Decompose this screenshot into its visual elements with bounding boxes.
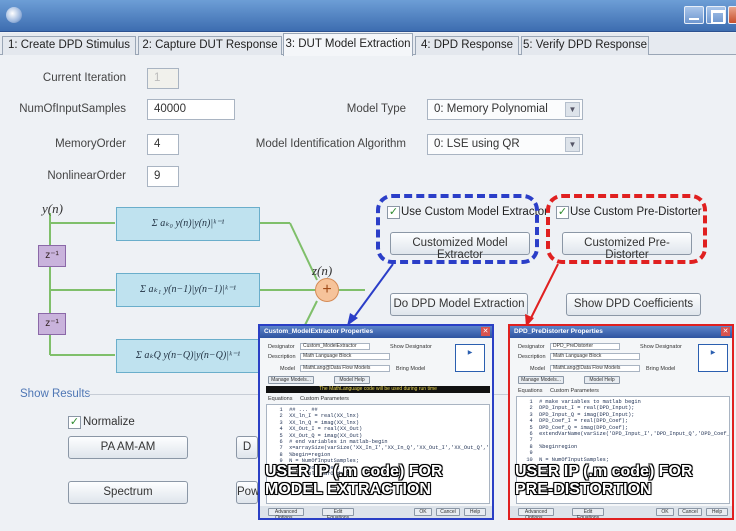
advanced-options-button[interactable]: Advanced Options... bbox=[268, 508, 304, 518]
main-window: 1: Create DPD Stimulus 2: Capture DUT Re… bbox=[0, 0, 736, 531]
dialog-title: DPD_PreDistorter Properties bbox=[510, 326, 732, 338]
designator-label: Designator bbox=[268, 344, 295, 350]
pre-distortion-overlay-text: USER IP (.m code) FOR PRE-DISTORTION bbox=[515, 463, 693, 498]
show-designator-label: Show Designator bbox=[390, 344, 432, 350]
manage-models-button[interactable]: Manage Models... bbox=[268, 376, 314, 384]
description-input[interactable]: Math Language Block bbox=[300, 353, 390, 360]
help-button[interactable]: Help bbox=[464, 508, 486, 516]
custom-parameters-tab[interactable]: Custom Parameters bbox=[550, 388, 599, 394]
normalize-checkbox[interactable]: ✓ bbox=[68, 416, 81, 429]
description-label: Description bbox=[268, 354, 296, 360]
cancel-button[interactable]: Cancel bbox=[436, 508, 460, 516]
model-help-button[interactable]: Model Help bbox=[584, 376, 620, 384]
advanced-options-button[interactable]: Advanced Options... bbox=[518, 508, 554, 518]
runtime-info-bar: The MathLanguage code will be used durin… bbox=[266, 386, 490, 393]
custom-parameters-tab[interactable]: Custom Parameters bbox=[300, 396, 349, 402]
show-results-section-label: Show Results bbox=[20, 388, 91, 400]
model-select[interactable]: MathLang@Data Flow Models bbox=[550, 365, 640, 372]
results-button-pow[interactable]: Pow bbox=[236, 481, 259, 504]
designator-input[interactable]: Custom_ModelExtractor bbox=[300, 343, 370, 350]
show-designator-label: Show Designator bbox=[640, 344, 682, 350]
help-button[interactable]: Help bbox=[706, 508, 728, 516]
model-label: Model bbox=[530, 366, 545, 372]
block-symbol-icon: ▶ bbox=[698, 344, 728, 372]
cancel-button[interactable]: Cancel bbox=[678, 508, 702, 516]
pa-am-am-button[interactable]: PA AM-AM bbox=[68, 436, 188, 459]
block-symbol-icon: ▶ bbox=[455, 344, 485, 372]
model-help-button[interactable]: Model Help bbox=[334, 376, 370, 384]
bring-model-label: Bring Model bbox=[646, 366, 676, 372]
model-select[interactable]: MathLang@Data Flow Models bbox=[300, 365, 390, 372]
predistorter-properties-dialog: DPD_PreDistorter Properties ✕ Designator… bbox=[508, 324, 734, 520]
manage-models-button[interactable]: Manage Models... bbox=[518, 376, 564, 384]
dialog-footer: Advanced Options... Edit Equations OK Ca… bbox=[510, 506, 732, 518]
results-button-d[interactable]: D bbox=[236, 436, 258, 459]
description-input[interactable]: Math Language Block bbox=[550, 353, 640, 360]
close-icon[interactable]: ✕ bbox=[481, 327, 490, 336]
ok-button[interactable]: OK bbox=[656, 508, 674, 516]
designator-input[interactable]: DPD_PreDistorter bbox=[550, 343, 620, 350]
dialog-footer: Advanced Options... Edit Equations OK Ca… bbox=[260, 506, 492, 518]
close-icon[interactable]: ✕ bbox=[721, 327, 730, 336]
normalize-label: Normalize bbox=[83, 416, 135, 428]
edit-equations-button[interactable]: Edit Equations bbox=[572, 508, 604, 518]
equations-tab[interactable]: Equations bbox=[268, 396, 292, 402]
ok-button[interactable]: OK bbox=[414, 508, 432, 516]
equations-tab[interactable]: Equations bbox=[518, 388, 542, 394]
designator-label: Designator bbox=[518, 344, 545, 350]
edit-equations-button[interactable]: Edit Equations bbox=[322, 508, 354, 518]
model-extraction-overlay-text: USER IP (.m code) FOR MODEL EXTRACTION bbox=[265, 463, 443, 498]
bring-model-label: Bring Model bbox=[396, 366, 426, 372]
model-extractor-properties-dialog: Custom_ModelExtractor Properties ✕ Desig… bbox=[258, 324, 494, 520]
spectrum-button[interactable]: Spectrum bbox=[68, 481, 188, 504]
model-label: Model bbox=[280, 366, 295, 372]
dialog-title: Custom_ModelExtractor Properties bbox=[260, 326, 492, 338]
description-label: Description bbox=[518, 354, 546, 360]
